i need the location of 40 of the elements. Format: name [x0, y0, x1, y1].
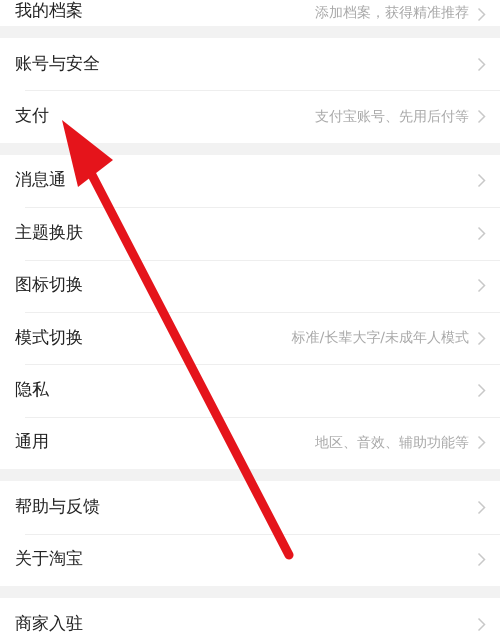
row-value: 支付宝账号、先用后付等 [315, 108, 469, 126]
chevron-icon [477, 330, 486, 346]
row-value: 地区、音效、辅助功能等 [315, 434, 469, 452]
settings-row[interactable]: 消息通 [0, 154, 500, 208]
row-label: 关于淘宝 [15, 549, 84, 570]
settings-row[interactable]: 我的档案 添加档案，获得精准推荐 [0, 0, 500, 26]
row-label: 支付 [15, 106, 50, 128]
settings-row[interactable]: 帮助与反馈 [0, 481, 500, 534]
settings-row[interactable]: 通用 地区、音效、辅助功能等 [0, 416, 500, 470]
settings-row[interactable]: 商家入驻 [0, 598, 500, 634]
chevron-icon [477, 616, 486, 632]
settings-row[interactable]: 图标切换 [0, 260, 500, 312]
row-label: 通用 [15, 432, 50, 454]
row-value: 标准/长辈大字/未成年人模式 [292, 329, 469, 348]
chevron-icon [477, 7, 486, 22]
row-label: 隐私 [15, 380, 50, 402]
chevron-icon [477, 56, 486, 72]
settings-row[interactable]: 关于淘宝 [0, 534, 500, 586]
chevron-icon [477, 278, 486, 294]
chevron-icon [477, 500, 486, 515]
row-label: 主题换肤 [15, 222, 84, 244]
settings-row[interactable]: 隐私 [0, 364, 500, 417]
row-label: 帮助与反馈 [15, 496, 101, 518]
row-value: 添加档案，获得精准推荐 [315, 4, 469, 22]
settings-row[interactable]: 模式切换 标准/长辈大字/未成年人模式 [0, 312, 500, 364]
chevron-icon [477, 226, 486, 241]
settings-row[interactable]: 支付 支付宝账号、先用后付等 [0, 90, 500, 143]
chevron-icon [477, 383, 486, 398]
chevron-icon [477, 435, 486, 450]
chevron-icon [477, 552, 486, 568]
settings-row[interactable]: 账号与安全 [0, 38, 500, 90]
row-label: 账号与安全 [15, 54, 101, 75]
chevron-icon [477, 173, 486, 188]
chevron-icon [477, 109, 486, 124]
row-label: 模式切换 [15, 328, 84, 349]
row-label: 商家入驻 [15, 614, 84, 634]
row-label: 我的档案 [15, 1, 84, 22]
settings-row[interactable]: 主题换肤 [0, 207, 500, 260]
row-label: 消息通 [15, 170, 67, 192]
row-label: 图标切换 [15, 275, 84, 296]
